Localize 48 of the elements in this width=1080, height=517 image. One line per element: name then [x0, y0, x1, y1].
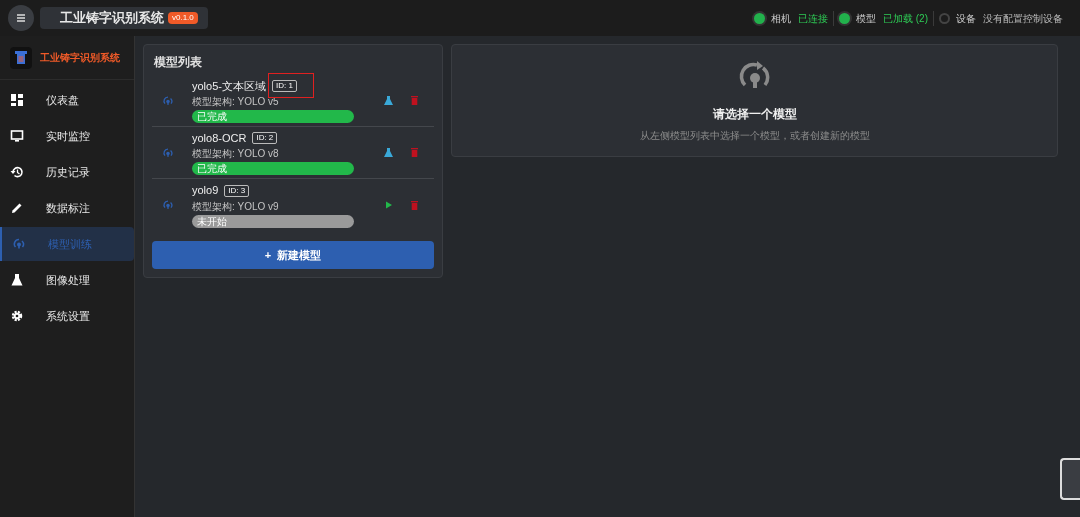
status-label: 相机: [771, 11, 791, 26]
status-bar: 未开始: [192, 214, 354, 228]
sidebar-item[interactable]: 图像处理: [0, 263, 134, 297]
id-tag: ID: 3: [224, 184, 250, 197]
floating-button[interactable]: [1060, 458, 1080, 500]
train-icon: [12, 237, 26, 251]
flask-icon[interactable]: [384, 148, 393, 157]
dashboard-icon: [10, 93, 24, 107]
model-training-icon: [162, 199, 174, 211]
play-icon[interactable]: [385, 201, 393, 209]
model-training-icon: [162, 94, 174, 107]
app-title: 工业铸字识别系统: [60, 9, 164, 28]
version-badge: v0.1.0: [168, 12, 198, 24]
model-name: yolo9: [192, 183, 219, 199]
menu-icon: [16, 14, 26, 22]
flask-icon[interactable]: [384, 96, 393, 105]
model-row[interactable]: yolo8-OCR ID: 2 模型架构: YOLO v8 已完成: [152, 127, 434, 179]
sidebar-item[interactable]: 数据标注: [0, 191, 134, 225]
sidebar-item[interactable]: 仪表盘: [0, 83, 134, 117]
status-value: 已加载 (2): [883, 11, 928, 26]
status-label: 模型: [856, 11, 876, 26]
status-value: 没有配置控制设备: [983, 11, 1063, 26]
status-bar: 已完成: [192, 110, 354, 124]
brand-name: 工业铸字识别系统: [40, 51, 120, 65]
id-tag: ID: 2: [252, 132, 278, 144]
model-row[interactable]: yolo9 ID: 3 模型架构: YOLO v9 未开始: [152, 179, 434, 231]
monitor-icon: [10, 129, 24, 143]
status-label: 设备: [956, 11, 976, 26]
model-architecture: 模型架构: YOLO v8: [192, 147, 280, 162]
menu-button[interactable]: [8, 5, 34, 31]
status-bar: 已完成: [192, 162, 354, 176]
panel-title: 模型列表: [154, 54, 203, 71]
gear-icon: [10, 309, 24, 323]
flask-icon: [10, 273, 24, 287]
sidebar-item[interactable]: 系统设置: [0, 299, 134, 333]
model-training-icon: [162, 146, 174, 159]
new-model-button[interactable]: + 新建模型: [152, 241, 434, 269]
id-tag: ID: 1: [271, 80, 297, 92]
sidebar-item[interactable]: 实时监控: [0, 119, 134, 153]
model-name: yolo5-文本区域: [192, 78, 266, 94]
empty-state-title: 请选择一个模型: [712, 106, 797, 123]
history-icon: [10, 165, 24, 179]
model-name: yolo8-OCR: [192, 130, 247, 146]
model-architecture: 模型架构: YOLO v9: [192, 199, 280, 214]
pencil-icon: [10, 201, 24, 215]
logo-icon: [10, 46, 32, 69]
sidebar-item[interactable]: 历史记录: [0, 155, 134, 189]
status-value: 已连接: [798, 11, 828, 26]
